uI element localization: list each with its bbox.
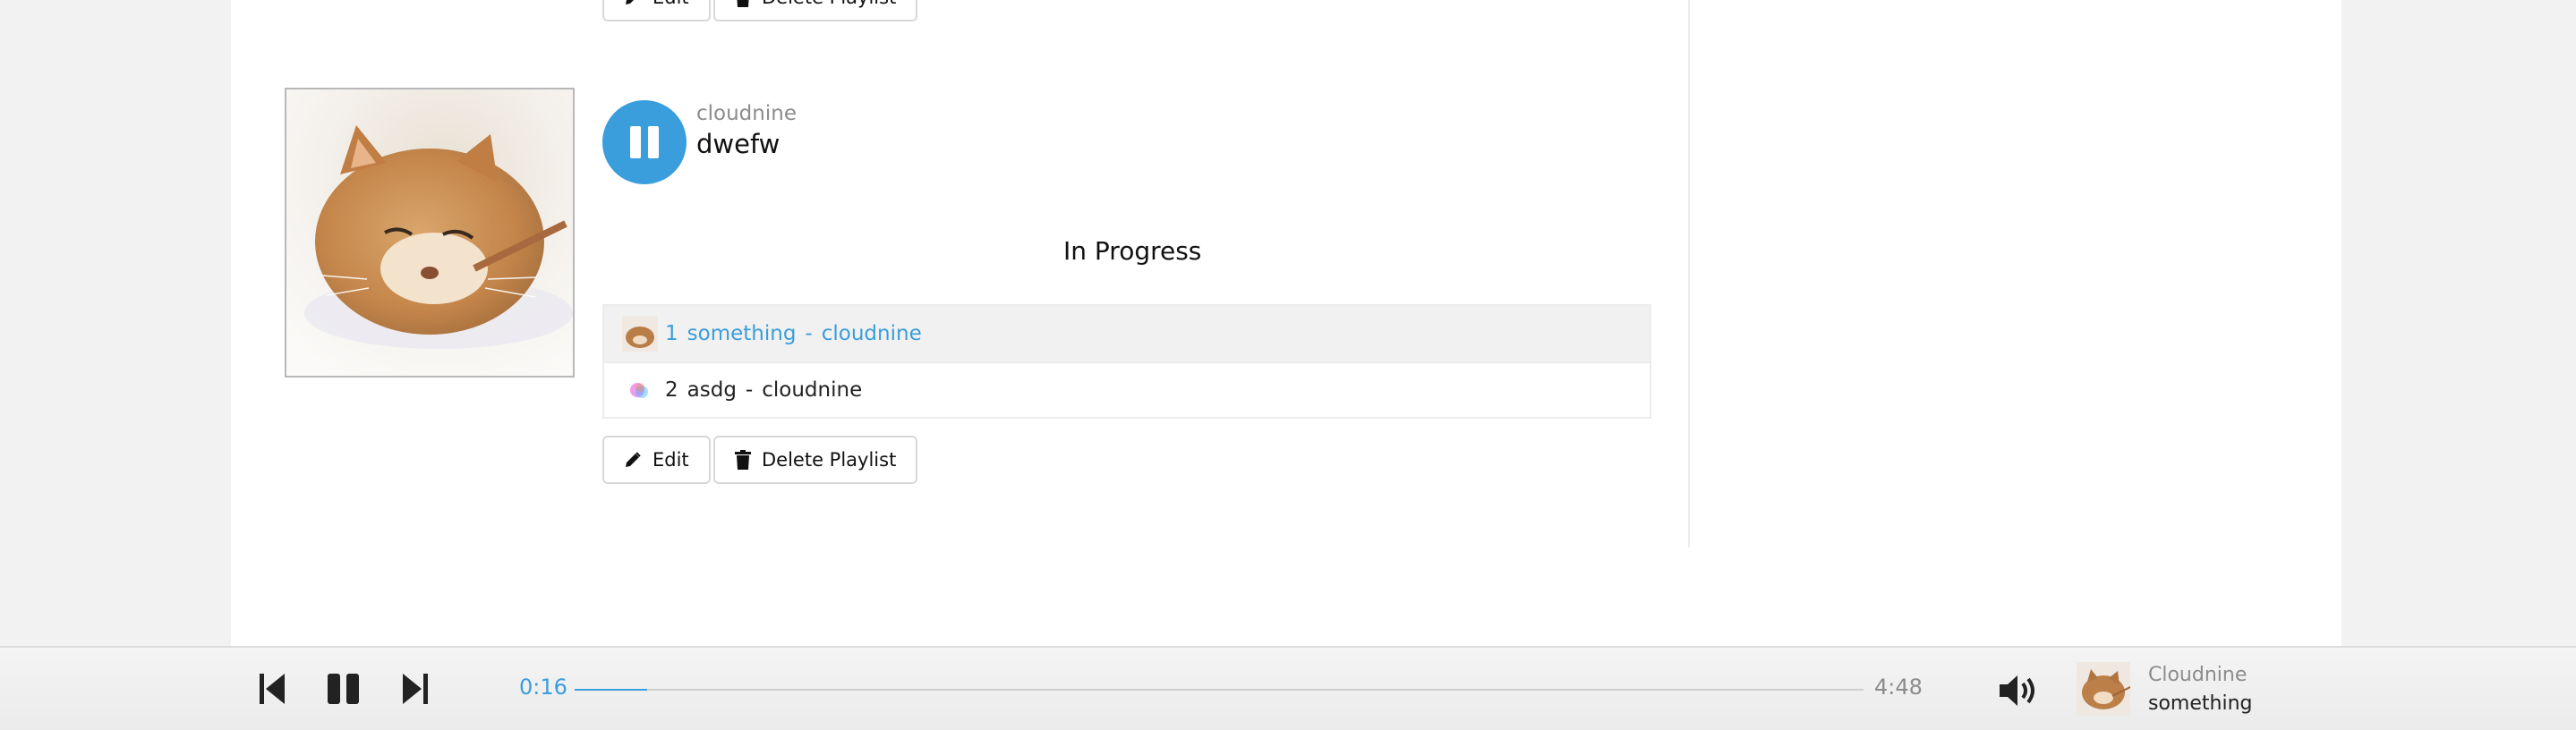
track-row[interactable]: 2 asdg - cloudnine	[604, 361, 1650, 417]
edit-label: Edit	[653, 449, 689, 471]
pause-button[interactable]	[328, 669, 360, 709]
duration-time: 4:48	[1874, 675, 1923, 700]
track-title[interactable]: something	[687, 322, 797, 345]
edit-button[interactable]: Edit	[602, 436, 711, 484]
progress-fill	[575, 689, 647, 691]
track-separator: -	[745, 378, 754, 402]
previous-track-button[interactable]	[260, 669, 286, 709]
skip-back-icon	[260, 674, 285, 704]
playlist-status: In Progress	[1063, 236, 1202, 266]
track-row[interactable]: 1 something - cloudnine	[604, 306, 1650, 361]
pause-icon	[328, 674, 359, 704]
playlist-title[interactable]: dwefw	[696, 129, 780, 159]
track-separator: -	[805, 322, 813, 345]
now-playing-title[interactable]: something	[2148, 692, 2252, 715]
progress-bar[interactable]	[575, 689, 1864, 691]
previous-delete-playlist-button[interactable]: Delete Playlist	[713, 0, 918, 21]
previous-delete-label: Delete Playlist	[762, 0, 896, 8]
playlist-owner[interactable]: cloudnine	[696, 102, 797, 125]
track-thumbnail	[622, 372, 658, 408]
player-bar: 0:16 4:48 Cloudnine something	[0, 646, 2576, 730]
track-thumbnail	[622, 316, 658, 352]
elapsed-time: 0:16	[519, 675, 567, 700]
volume-icon	[2000, 675, 2034, 706]
skip-forward-icon	[403, 674, 428, 704]
track-number: 1	[665, 322, 678, 345]
playlist-pause-button[interactable]	[602, 100, 687, 184]
delete-label: Delete Playlist	[762, 449, 897, 471]
volume-button[interactable]	[1998, 671, 2043, 710]
trash-icon	[735, 450, 751, 470]
playlist-cover-image	[285, 88, 575, 378]
track-list: 1 something - cloudnine 2 asdg - cloudni…	[602, 304, 1651, 419]
next-track-button[interactable]	[401, 669, 428, 709]
track-artist[interactable]: cloudnine	[762, 378, 862, 402]
track-artist[interactable]: cloudnine	[822, 322, 922, 345]
pencil-icon	[626, 452, 641, 467]
trash-icon	[737, 0, 749, 7]
now-playing-thumbnail	[2077, 662, 2130, 716]
column-divider	[1688, 0, 1690, 548]
track-number: 2	[665, 378, 678, 402]
pause-icon	[630, 126, 659, 158]
previous-edit-button[interactable]: Edit	[602, 0, 711, 21]
delete-playlist-button[interactable]: Delete Playlist	[713, 436, 918, 484]
previous-edit-label: Edit	[653, 0, 689, 8]
now-playing-artist[interactable]: Cloudnine	[2148, 664, 2247, 686]
pencil-icon	[626, 0, 634, 4]
track-title[interactable]: asdg	[687, 378, 737, 402]
